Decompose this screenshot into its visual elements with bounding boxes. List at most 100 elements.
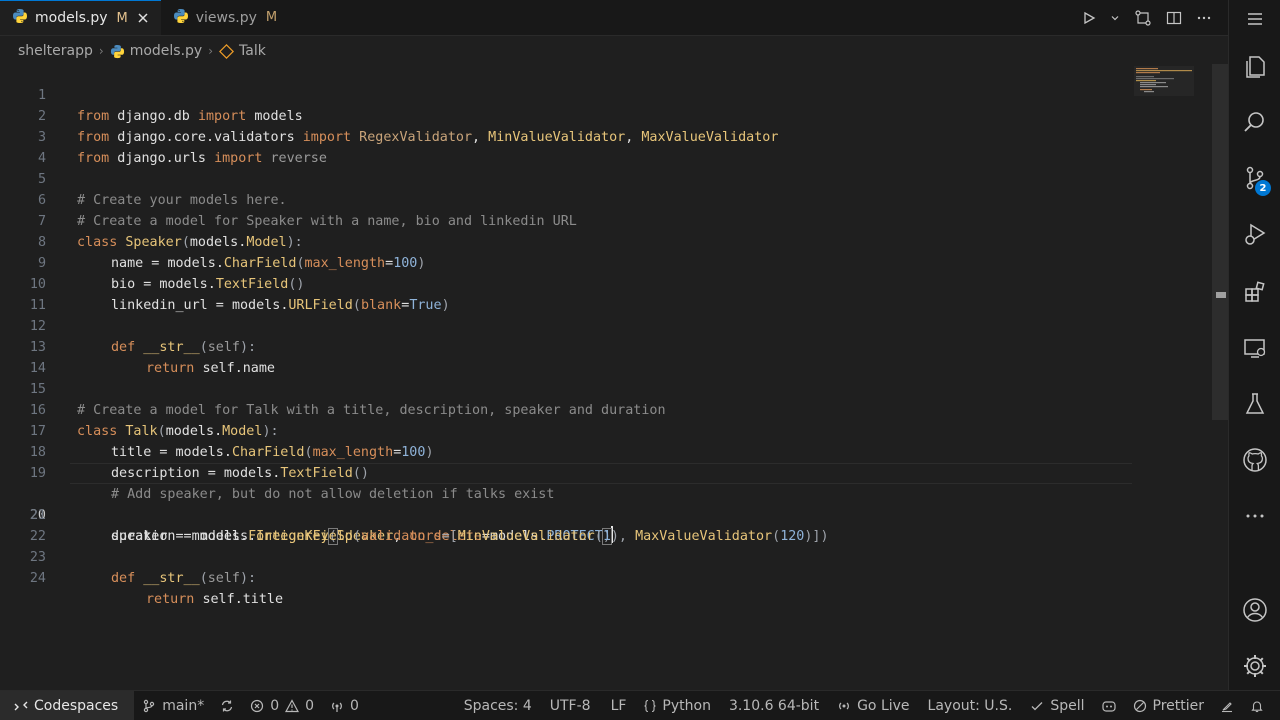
search-icon[interactable] [1229, 98, 1280, 146]
vertical-scrollbar[interactable] [1212, 64, 1228, 420]
code-line: 24 return self.title [0, 547, 1228, 607]
eol-indicator[interactable]: LF [601, 691, 637, 720]
close-icon[interactable] [135, 10, 151, 26]
source-control-badge: 2 [1255, 180, 1271, 196]
code-line-current: 20 speaker = models.ForeignKey(Speaker, … [0, 463, 1228, 545]
code-line: 10 linkedin_url = models.URLField(blank=… [0, 253, 1228, 313]
feedback-icon[interactable] [1212, 691, 1242, 720]
keyboard-layout[interactable]: Layout: U.S. [918, 691, 1023, 720]
breadcrumb: shelterapp › models.py › Talk [0, 36, 1228, 66]
testing-icon[interactable] [1229, 380, 1280, 428]
code-token: self [207, 571, 240, 586]
modified-indicator: M [265, 10, 278, 25]
remote-icon [14, 701, 28, 710]
copilot-icon[interactable] [1093, 691, 1125, 720]
more-actions-icon[interactable] [1196, 10, 1212, 26]
go-live-button[interactable]: Go Live [829, 691, 917, 720]
breadcrumb-file[interactable]: models.py [110, 43, 203, 59]
remote-indicator[interactable]: Codespaces [0, 690, 135, 720]
code-line: 6 # Create a model for Speaker with a na… [0, 169, 1228, 229]
breadcrumb-symbol[interactable]: Talk [219, 43, 266, 59]
check-icon [1031, 701, 1043, 710]
tab-label: views.py [195, 9, 257, 26]
prettier-indicator[interactable]: Prettier [1125, 691, 1213, 720]
chevron-right-icon: › [208, 44, 214, 58]
chevron-down-icon[interactable] [1110, 13, 1120, 23]
explorer-icon[interactable] [1229, 43, 1280, 91]
code-line: 11 [0, 274, 1228, 313]
more-views-icon[interactable] [1229, 492, 1280, 540]
settings-gear-icon[interactable] [1229, 642, 1280, 690]
language-label: Python [662, 697, 711, 714]
code-line: 4 [0, 127, 1228, 166]
split-editor-icon[interactable] [1166, 10, 1182, 26]
python-file-icon [110, 44, 124, 58]
code-line: 9 bio = models.TextField() [0, 232, 1228, 292]
compare-changes-icon[interactable] [1134, 9, 1152, 27]
status-bar-right: Spaces: 4 UTF-8 LF Python 3.10.6 64-bit … [456, 691, 1280, 720]
status-bar: Codespaces main* 0 0 0 Spaces: 4 UTF-8 L… [0, 690, 1280, 720]
branch-label: main* [162, 697, 205, 714]
spell-check[interactable]: Spell [1022, 691, 1092, 720]
run-debug-icon[interactable] [1229, 210, 1280, 258]
broadcast-icon [839, 702, 849, 709]
code-line: 18 description = models.TextField() [0, 421, 1228, 481]
menu-icon[interactable] [1229, 0, 1280, 43]
code-line: 7 class Speaker(models.Model): [0, 190, 1228, 250]
code-line: 23 def __str__(self): [0, 526, 1228, 586]
go-live-label: Go Live [857, 697, 910, 714]
encoding-indicator[interactable]: UTF-8 [540, 691, 601, 720]
code-editor[interactable]: 1 from django.db import models 2 from dj… [0, 64, 1228, 690]
problems-indicator[interactable]: 0 0 [242, 691, 322, 720]
spell-label: Spell [1050, 697, 1085, 714]
account-icon[interactable] [1229, 586, 1280, 634]
activity-bar: 2 [1228, 0, 1280, 690]
github-icon[interactable] [1229, 436, 1280, 484]
code-line: 1 from django.db import models [0, 64, 1228, 124]
extensions-icon[interactable] [1229, 268, 1280, 316]
code-token: ( [199, 571, 208, 586]
breadcrumb-file-label: models.py [129, 43, 203, 59]
ports-count: 0 [350, 697, 359, 714]
code-line: 12 def __str__(self): [0, 295, 1228, 355]
code-line: 21 duration = models.IntegerField(valida… [0, 484, 1228, 544]
chevron-right-icon: › [98, 44, 104, 58]
python-file-icon [12, 8, 28, 28]
breadcrumb-symbol-label: Talk [239, 43, 266, 59]
code-token: title [242, 592, 284, 607]
code-line: 2 from django.core.validators import Reg… [0, 85, 1228, 145]
editor-actions [1082, 0, 1212, 36]
code-line: 8 name = models.CharField(max_length=100… [0, 211, 1228, 271]
code-line: 19 # Add speaker, but do not allow delet… [0, 442, 1228, 502]
indentation-indicator[interactable]: Spaces: 4 [456, 691, 540, 720]
code-line: 13 return self.name [0, 316, 1228, 376]
code-line: 5 # Create your models here. [0, 148, 1228, 208]
minimap[interactable] [1132, 64, 1212, 104]
tab-views-py[interactable]: views.py M [161, 0, 324, 35]
source-control-icon[interactable]: 2 [1229, 154, 1280, 202]
prettier-label: Prettier [1152, 697, 1205, 714]
language-mode[interactable]: Python [636, 691, 719, 720]
sync-button[interactable] [212, 691, 242, 720]
braces-icon [644, 699, 656, 712]
run-icon[interactable] [1082, 11, 1096, 25]
warning-icon [285, 698, 300, 712]
remote-explorer-icon[interactable] [1229, 324, 1280, 372]
python-file-icon [173, 8, 189, 28]
breadcrumb-folder[interactable]: shelterapp [18, 43, 93, 59]
tab-models-py[interactable]: models.py M [0, 0, 161, 35]
warning-count: 0 [305, 697, 315, 714]
notifications-bell-icon[interactable] [1242, 691, 1272, 720]
code-line: 14 [0, 337, 1228, 376]
class-symbol-icon [219, 43, 235, 59]
code-token: ): [240, 571, 257, 586]
error-count: 0 [270, 697, 280, 714]
git-branch-icon [144, 699, 155, 712]
error-icon [251, 699, 264, 712]
tab-bar: models.py M views.py M [0, 0, 1228, 36]
modified-indicator: M [116, 10, 128, 26]
code-token: self [202, 592, 235, 607]
ports-indicator[interactable]: 0 [322, 691, 367, 720]
branch-indicator[interactable]: main* [134, 691, 212, 720]
python-interpreter[interactable]: 3.10.6 64-bit [719, 691, 829, 720]
